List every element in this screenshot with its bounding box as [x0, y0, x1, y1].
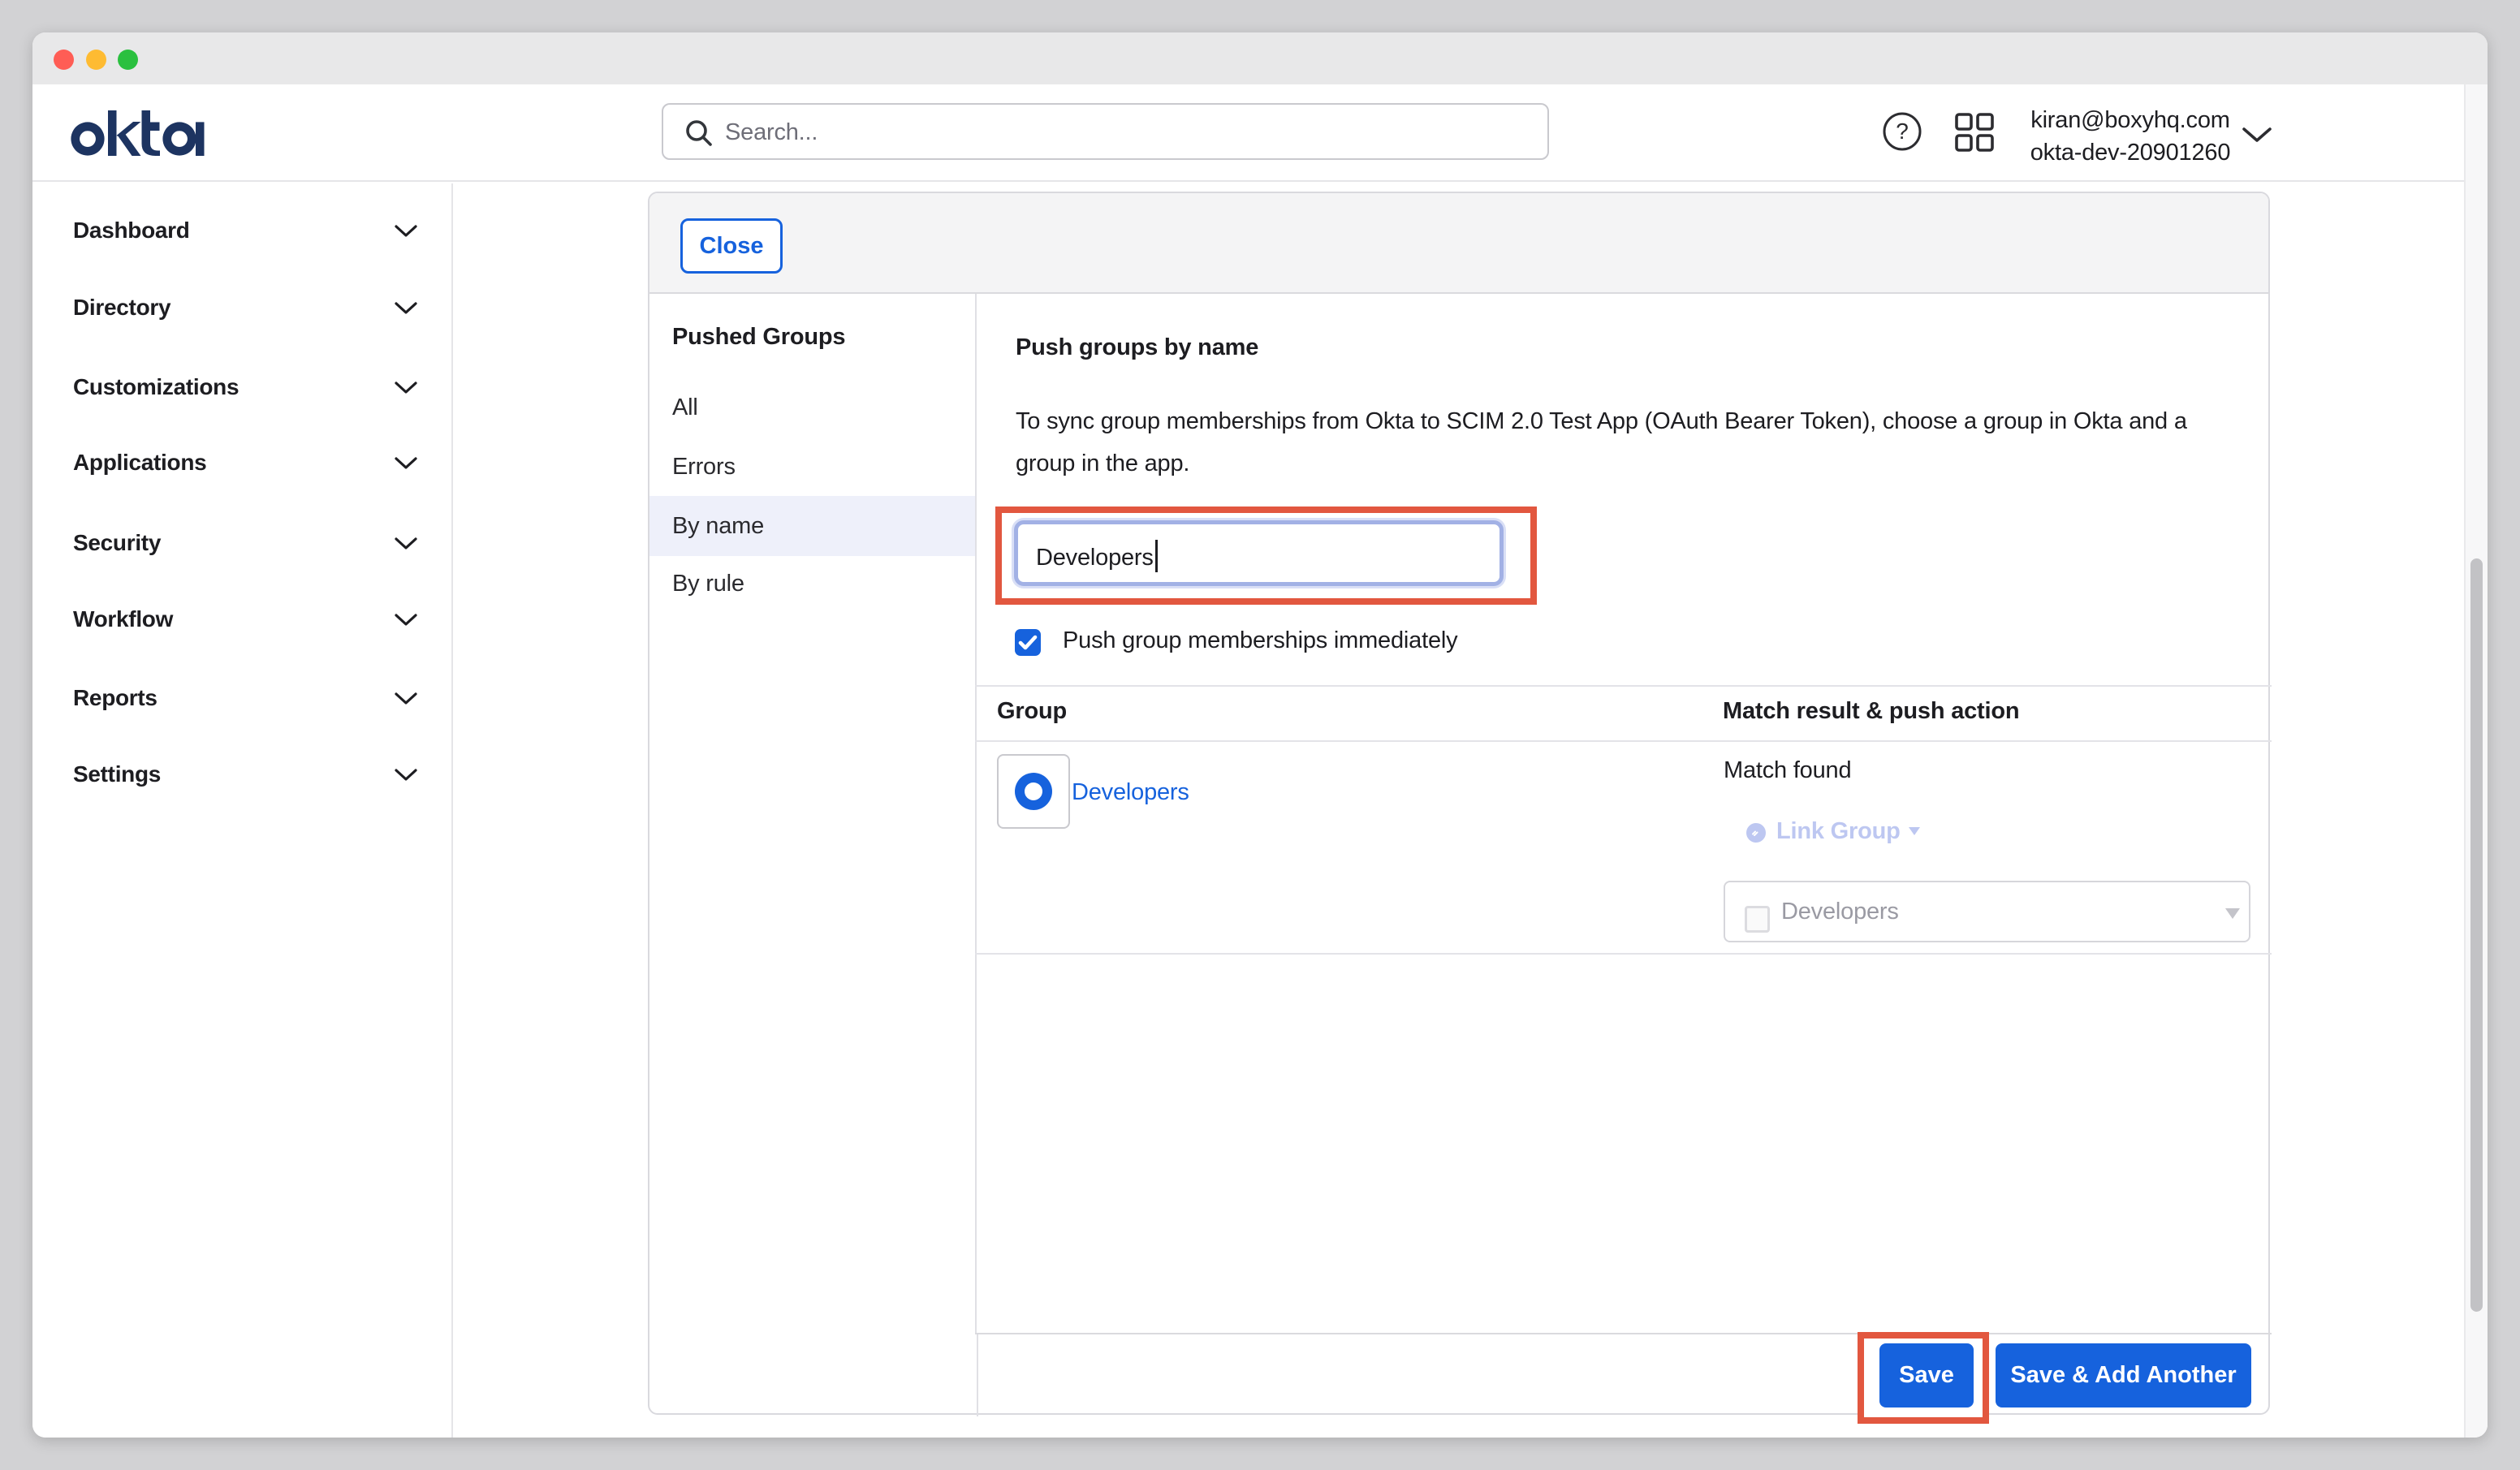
svg-text:?: ? — [1896, 119, 1909, 144]
